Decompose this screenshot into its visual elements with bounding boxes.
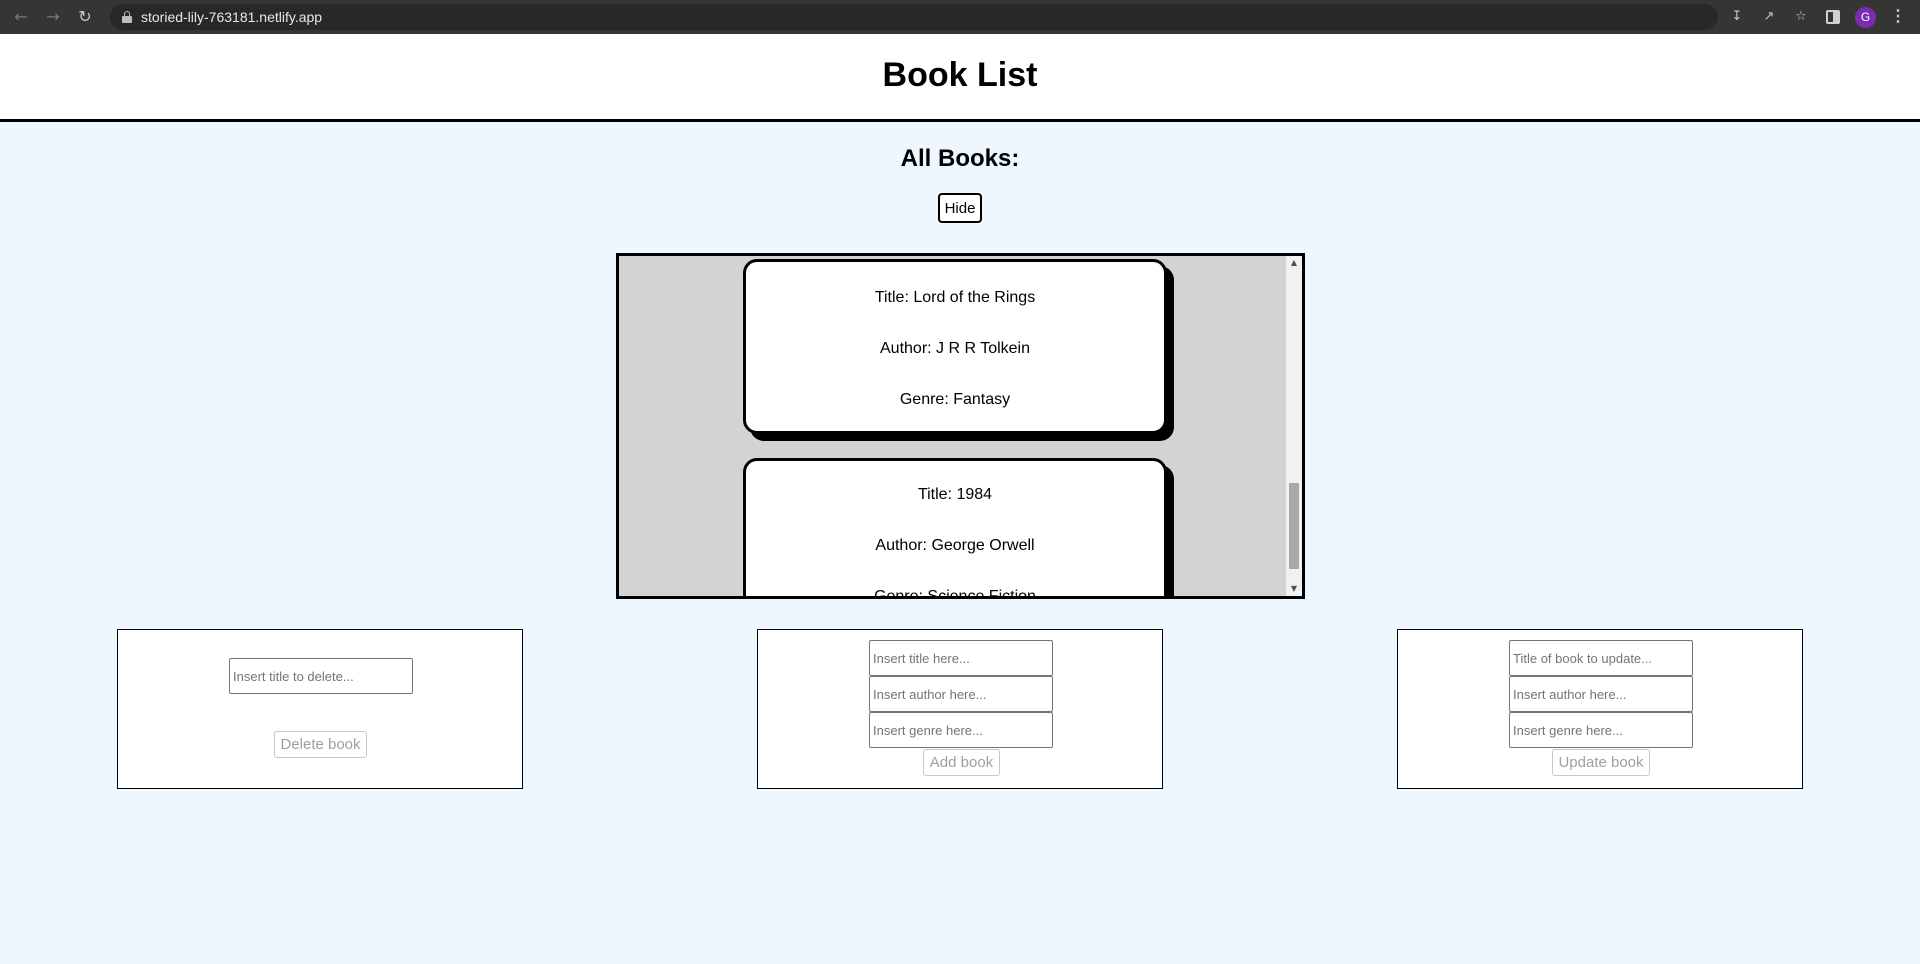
book-genre: Genre: Fantasy [899,391,1011,408]
book-list-scrollbar[interactable]: ▲ ▼ [1286,256,1302,596]
add-book-button[interactable]: Add book [923,749,1000,776]
hide-button[interactable]: Hide [938,193,982,223]
all-books-heading: All Books: [900,145,1020,172]
update-book-panel: Update book [1397,629,1803,789]
lock-icon[interactable] [122,11,132,23]
address-bar[interactable]: storied-lily-763181.netlify.app ↧ ↗ ☆ [110,4,1807,30]
install-app-icon[interactable]: ↧ [1728,8,1746,26]
book-card: Title: 1984 Author: George Orwell Genre:… [743,458,1167,599]
book-title: Title: Lord of the Rings [874,289,1036,306]
add-book-panel: Add book [757,629,1163,789]
forward-arrow-icon[interactable]: → [42,6,64,28]
update-book-button[interactable]: Update book [1552,749,1650,776]
delete-title-input[interactable] [229,658,413,694]
browser-toolbar: ← → ↻ storied-lily-763181.netlify.app ↧ … [0,0,1920,34]
delete-book-button[interactable]: Delete book [274,731,367,758]
update-title-input[interactable] [1509,640,1693,676]
page-title: Book List [882,56,1038,94]
book-author: Author: J R R Tolkein [880,340,1030,357]
profile-avatar[interactable]: G [1855,7,1876,28]
add-title-input[interactable] [869,640,1053,676]
book-author: Author: George Orwell [875,537,1035,554]
book-list[interactable]: Title: Lord of the Rings Author: J R R T… [616,253,1305,599]
scroll-up-icon[interactable]: ▲ [1286,256,1302,270]
page-header: Book List [0,34,1920,122]
url-text[interactable]: storied-lily-763181.netlify.app [141,9,322,25]
scroll-down-icon[interactable]: ▼ [1286,582,1302,596]
scroll-thumb[interactable] [1289,483,1299,569]
add-genre-input[interactable] [869,712,1053,748]
book-genre: Genre: Science Fiction [874,588,1036,599]
book-card: Title: Lord of the Rings Author: J R R T… [743,259,1167,434]
reload-icon[interactable]: ↻ [74,6,96,28]
update-author-input[interactable] [1509,676,1693,712]
share-icon[interactable]: ↗ [1760,8,1778,26]
side-panel-icon[interactable] [1826,10,1840,24]
bookmark-star-icon[interactable]: ☆ [1792,8,1810,26]
book-title: Title: 1984 [917,486,993,503]
add-author-input[interactable] [869,676,1053,712]
kebab-menu-icon[interactable]: ⋮ [1890,7,1906,27]
delete-book-panel: Delete book [117,629,523,789]
update-genre-input[interactable] [1509,712,1693,748]
back-arrow-icon[interactable]: ← [10,6,32,28]
